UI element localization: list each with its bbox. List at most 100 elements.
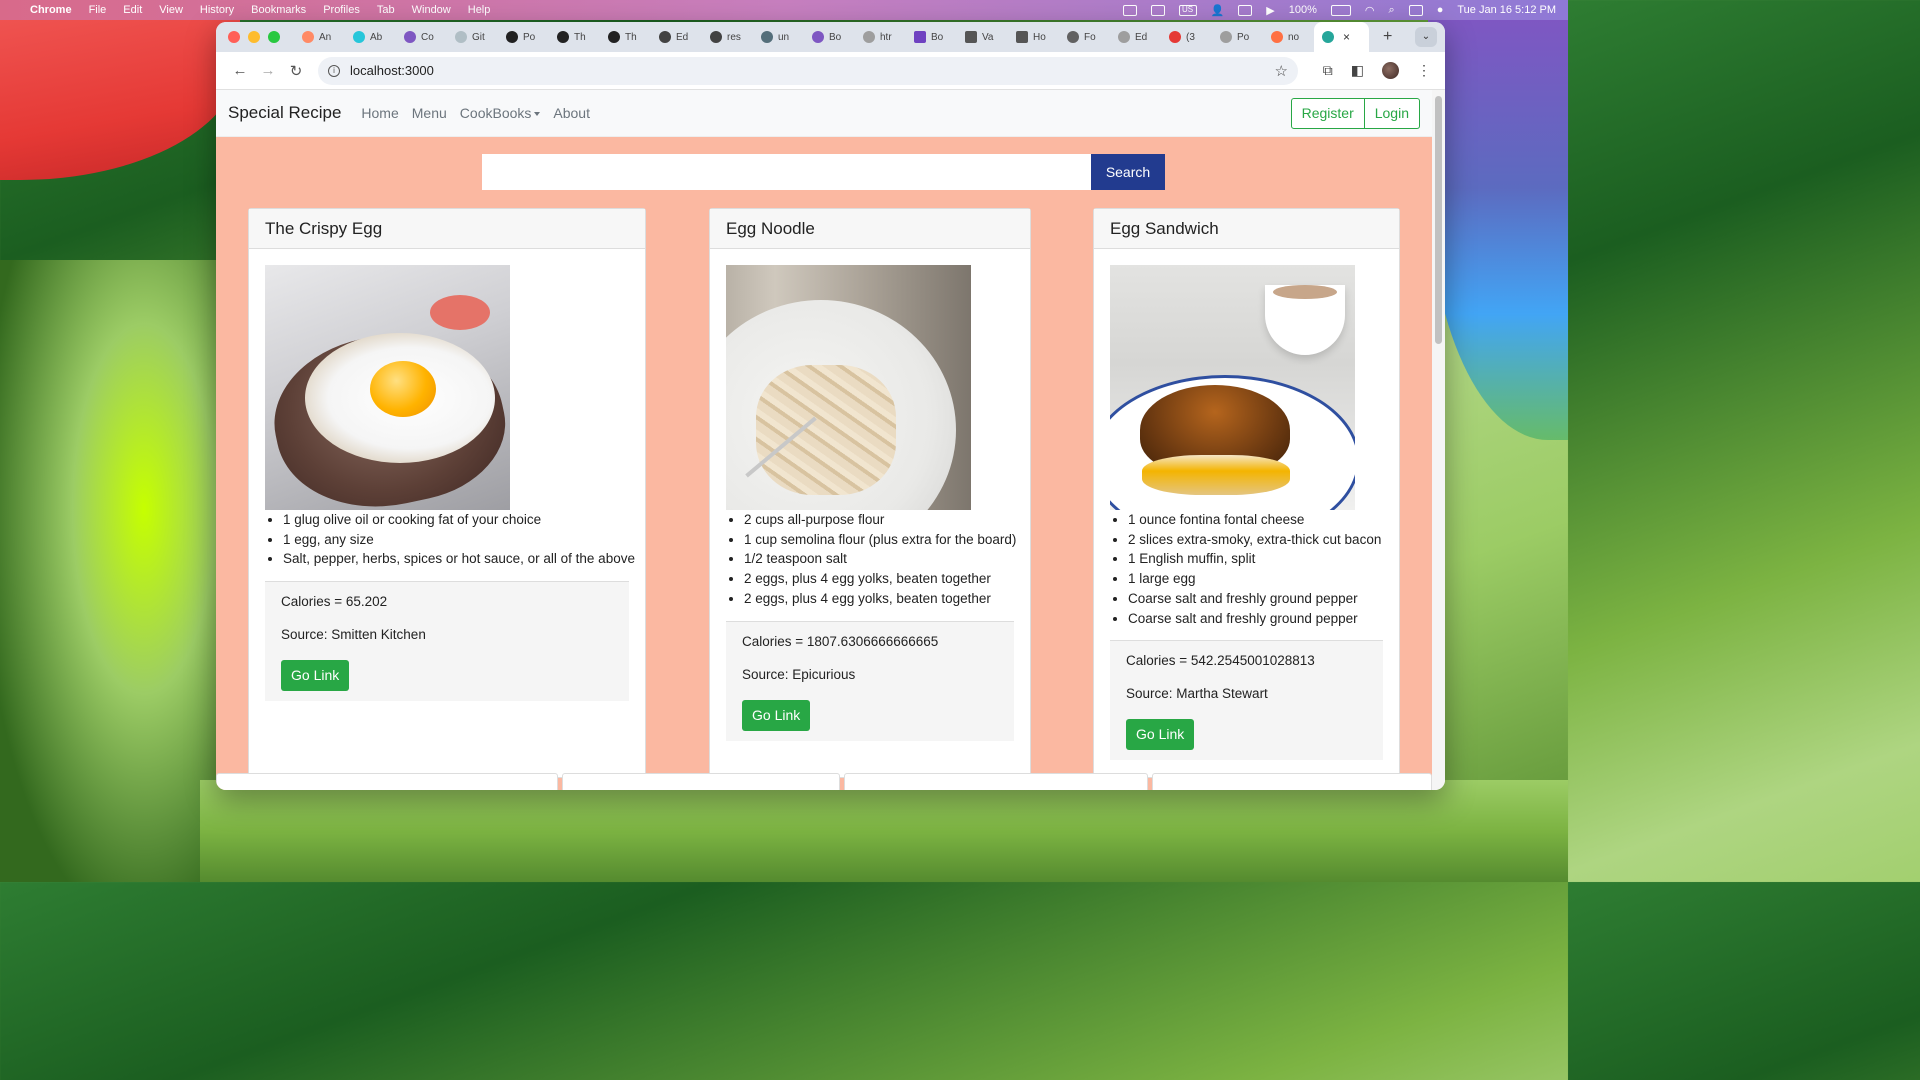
browser-tab[interactable]: Po — [498, 22, 549, 52]
recipe-footer: Calories = 65.202 Source: Smitten Kitche… — [265, 581, 629, 702]
folder-icon — [1016, 31, 1028, 43]
recipe-title: Egg Noodle — [710, 209, 1030, 249]
menu-file[interactable]: File — [89, 4, 107, 16]
calories-text: Calories = 1807.6306666666665 — [742, 633, 939, 649]
zoom-window-button[interactable] — [268, 31, 280, 43]
menu-history[interactable]: History — [200, 4, 234, 16]
battery-icon[interactable] — [1330, 4, 1351, 16]
browser-tab[interactable]: Ed — [651, 22, 702, 52]
register-button[interactable]: Register — [1290, 97, 1365, 129]
list-item: 1 cup semolina flour (plus extra for the… — [744, 530, 1016, 550]
browser-tab[interactable]: Th — [549, 22, 600, 52]
minimize-window-button[interactable] — [248, 31, 260, 43]
recipe-card: The Crispy Egg 1 glug olive oil or cooki… — [248, 208, 646, 778]
browser-tab[interactable]: Va — [957, 22, 1008, 52]
nav-cookbooks-dropdown[interactable]: CookBooks — [460, 105, 541, 121]
favicon-icon — [1220, 31, 1232, 43]
browser-tab[interactable]: no — [1263, 22, 1314, 52]
site-brand[interactable]: Special Recipe — [228, 103, 341, 123]
scrollbar-thumb[interactable] — [1435, 96, 1442, 344]
search-input[interactable] — [482, 154, 1091, 190]
browser-tab-active[interactable]: × — [1314, 22, 1369, 52]
menu-app-name[interactable]: Chrome — [30, 4, 72, 16]
browser-tab[interactable]: res — [702, 22, 753, 52]
browser-tab[interactable]: htr — [855, 22, 906, 52]
go-link-button[interactable]: Go Link — [281, 660, 350, 692]
browser-tab[interactable]: Po — [1212, 22, 1263, 52]
ingredient-list: 2 cups all-purpose flour 1 cup semolina … — [726, 510, 1016, 609]
siri-icon[interactable]: ● — [1437, 4, 1444, 16]
browser-tab[interactable]: Git — [447, 22, 498, 52]
search-button[interactable]: Search — [1091, 154, 1165, 190]
more-menu-icon[interactable]: ⋮ — [1417, 62, 1431, 79]
side-panel-icon[interactable]: ◧ — [1351, 62, 1364, 79]
favicon-icon — [302, 31, 314, 43]
browser-tab[interactable]: Co — [396, 22, 447, 52]
nav-about[interactable]: About — [553, 105, 590, 121]
input-source-icon[interactable]: US — [1178, 4, 1197, 16]
go-link-button[interactable]: Go Link — [742, 699, 811, 731]
favicon-icon — [914, 31, 926, 43]
list-item: Salt, pepper, herbs, spices or hot sauce… — [283, 549, 635, 569]
browser-tab[interactable]: Ho — [1008, 22, 1059, 52]
recipe-card-partial — [1152, 773, 1432, 790]
menu-view[interactable]: View — [159, 4, 183, 16]
calories-text: Calories = 542.2545001028813 — [1126, 653, 1315, 669]
extensions-icon[interactable]: ⧉ — [1323, 62, 1333, 79]
menu-help[interactable]: Help — [468, 4, 491, 16]
address-bar[interactable]: i localhost:3000 ☆ — [318, 56, 1298, 85]
browser-tab[interactable]: Ed — [1110, 22, 1161, 52]
new-tab-button[interactable]: + — [1383, 28, 1392, 46]
recipe-card: Egg Sandwich 1 ounce fontina fontal chee… — [1093, 208, 1400, 778]
site-info-icon[interactable]: i — [328, 64, 340, 77]
browser-tab[interactable]: Th — [600, 22, 651, 52]
nav-menu[interactable]: Menu — [412, 105, 447, 121]
profile-avatar[interactable] — [1382, 62, 1399, 79]
wifi-icon[interactable]: ◠ — [1365, 4, 1375, 17]
favicon-icon — [710, 31, 722, 43]
screen-share-icon[interactable] — [1122, 4, 1137, 16]
browser-tab[interactable]: un — [753, 22, 804, 52]
list-item: 1 English muffin, split — [1128, 549, 1383, 569]
menu-edit[interactable]: Edit — [123, 4, 142, 16]
clock[interactable]: Tue Jan 16 5:12 PM — [1457, 4, 1556, 16]
list-item: 2 slices extra-smoky, extra-thick cut ba… — [1128, 530, 1383, 550]
close-tab-icon[interactable]: × — [1343, 30, 1350, 44]
browser-tab[interactable]: An — [294, 22, 345, 52]
spotlight-search-icon[interactable]: ⌕ — [1389, 4, 1395, 17]
control-center-icon[interactable] — [1408, 4, 1423, 16]
favicon-icon — [1067, 31, 1079, 43]
login-button[interactable]: Login — [1364, 97, 1420, 129]
favicon-icon — [659, 31, 671, 43]
menu-window[interactable]: Window — [412, 4, 451, 16]
browser-tab[interactable]: (3 — [1161, 22, 1212, 52]
window-icon[interactable] — [1238, 4, 1253, 16]
reload-icon[interactable]: ↻ — [282, 62, 310, 80]
page-scrollbar[interactable] — [1432, 90, 1445, 790]
close-window-button[interactable] — [228, 31, 240, 43]
browser-toolbar: ← → ↻ i localhost:3000 ☆ ⧉ ◧ ⋮ — [216, 52, 1445, 90]
recipe-title: The Crispy Egg — [249, 209, 645, 249]
recipe-footer: Calories = 542.2545001028813 Source: Mar… — [1110, 640, 1383, 761]
go-link-button[interactable]: Go Link — [1126, 719, 1195, 751]
code-icon — [965, 31, 977, 43]
menu-tab[interactable]: Tab — [377, 4, 395, 16]
list-item: 2 eggs, plus 4 egg yolks, beaten togethe… — [744, 589, 1014, 609]
menu-profiles[interactable]: Profiles — [323, 4, 360, 16]
nav-home[interactable]: Home — [361, 105, 398, 121]
user-icon[interactable]: 👤 — [1211, 4, 1225, 17]
back-icon[interactable]: ← — [226, 62, 254, 79]
bookmark-star-icon[interactable]: ☆ — [1275, 62, 1288, 80]
tab-search-icon[interactable]: ⌄ — [1415, 27, 1437, 47]
menu-bookmarks[interactable]: Bookmarks — [251, 4, 306, 16]
list-item: 2 eggs, plus 4 egg yolks, beaten togethe… — [744, 569, 1014, 589]
browser-tab[interactable]: Bo — [906, 22, 957, 52]
drive-icon[interactable] — [1150, 4, 1165, 16]
calories-text: Calories = 65.202 — [281, 594, 388, 610]
source-text: Source: Epicurious — [742, 666, 856, 682]
browser-tab[interactable]: Ab — [345, 22, 396, 52]
play-icon[interactable]: ▶ — [1266, 4, 1274, 17]
forward-icon[interactable]: → — [254, 62, 282, 79]
browser-tab[interactable]: Fo — [1059, 22, 1110, 52]
browser-tab[interactable]: Bo — [804, 22, 855, 52]
